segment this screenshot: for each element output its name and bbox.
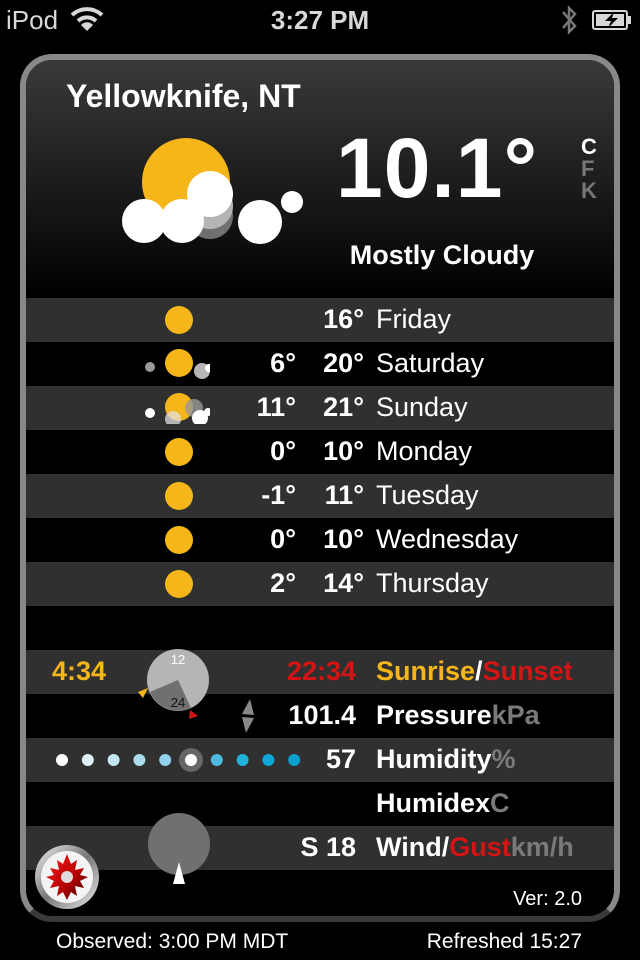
forecast-high: 21° <box>323 392 364 422</box>
settings-button[interactable] <box>34 844 100 910</box>
refreshed-time: Refreshed 15:27 <box>426 930 582 953</box>
forecast-row[interactable]: -1° 11° Tuesday <box>26 474 614 518</box>
wind-row: S 18 Wind/Gustkm/h <box>26 813 614 884</box>
sunset-time: 22:34 <box>286 656 356 686</box>
humidity-value: 57 <box>325 744 356 774</box>
unit-fahrenheit-button[interactable]: F <box>581 158 597 180</box>
humidity-dot <box>262 754 275 766</box>
forecast-low: 2° <box>270 568 296 598</box>
forecast-high: 16° <box>323 304 364 334</box>
sun-behind-clouds-icon <box>122 138 303 244</box>
forecast-low: 6° <box>270 348 296 378</box>
sun-few-clouds-icon <box>145 349 210 379</box>
wind-label-text: Wind <box>376 832 442 862</box>
forecast-row[interactable]: 2° 14° Thursday <box>26 562 614 606</box>
forecast-list: 16° Friday 6° 20° Saturday 11° 21° Sunda… <box>26 298 614 884</box>
label-separator: / <box>475 656 483 686</box>
forecast-high: 10° <box>323 436 364 466</box>
humidity-scale <box>56 748 301 772</box>
humidity-dot <box>56 754 68 766</box>
forecast-high: 14° <box>323 568 364 598</box>
sun-label: Sunrise/Sunset <box>376 656 573 687</box>
clock-time: 3:27 PM <box>270 5 370 35</box>
current-condition: Mostly Cloudy <box>349 240 535 270</box>
humidity-dot <box>236 754 249 766</box>
forecast-day: Sunday <box>376 392 468 422</box>
unit-kelvin-button[interactable]: K <box>581 180 597 202</box>
humidity-row: 57 Humidity% <box>26 738 614 782</box>
version-label: Ver: 2.0 <box>513 888 582 910</box>
forecast-day: Thursday <box>376 568 489 598</box>
wind-label: Wind/Gustkm/h <box>376 832 574 863</box>
forecast-low: 0° <box>270 436 296 466</box>
humidity-dot <box>185 754 197 766</box>
status-bar: iPod 3:27 PM <box>0 0 640 40</box>
humidex-label-text: Humidex <box>376 788 491 818</box>
forecast-low: -1° <box>261 480 296 510</box>
forecast-row[interactable]: 6° 20° Saturday <box>26 342 614 386</box>
forecast-row[interactable]: 16° Friday <box>26 298 614 342</box>
observed-time: Observed: 3:00 PM MDT <box>56 930 289 953</box>
wind-direction-icon <box>148 813 210 884</box>
forecast-day: Wednesday <box>376 524 519 554</box>
forecast-high: 11° <box>324 480 364 510</box>
daylight-clock-icon: 12 24 <box>138 649 209 719</box>
sunny-icon <box>165 438 193 466</box>
unit-celsius-button[interactable]: C <box>581 136 597 158</box>
forecast-high: 20° <box>323 348 364 378</box>
current-temperature: 10.1° <box>336 121 539 215</box>
forecast-row[interactable]: 0° 10° Monday <box>26 430 614 474</box>
sunny-icon <box>165 482 193 510</box>
humidity-dot <box>81 754 94 766</box>
pressure-label: PressurekPa <box>376 700 540 731</box>
city-name[interactable]: Yellowknife, NT <box>66 78 301 115</box>
humidity-dot <box>133 754 146 766</box>
forecast-day: Tuesday <box>376 480 479 510</box>
sunrise-time: 4:34 <box>52 656 107 686</box>
sunset-marker <box>189 710 198 719</box>
humidity-dot <box>288 754 301 766</box>
humidex-label: HumidexC <box>376 788 510 819</box>
forecast-high: 10° <box>323 524 364 554</box>
pressure-unit: kPa <box>491 700 540 730</box>
sunset-label: Sunset <box>482 656 573 686</box>
humidity-label-text: Humidity <box>376 744 492 774</box>
forecast-row[interactable]: 11° 21° Sunday <box>26 386 614 430</box>
humidex-row: HumidexC <box>26 782 614 826</box>
forecast-day: Saturday <box>376 348 485 378</box>
humidity-unit: % <box>491 744 516 774</box>
wind-unit: km/h <box>510 832 574 862</box>
clock-label-24: 24 <box>171 695 185 710</box>
sunny-icon <box>165 570 193 598</box>
sunny-icon <box>165 306 193 334</box>
battery-charging-icon <box>592 10 631 30</box>
humidity-dot <box>210 754 223 766</box>
wind-value: S 18 <box>300 832 356 862</box>
current-conditions: Yellowknife, NT 10.1° C F K Mostly Cloud… <box>26 60 614 298</box>
humidity-dot <box>159 754 172 766</box>
humidity-label: Humidity% <box>376 744 516 775</box>
unit-selector: C F K <box>581 136 597 202</box>
weather-panel: Yellowknife, NT 10.1° C F K Mostly Cloud… <box>20 54 620 922</box>
pressure-value: 101.4 <box>288 700 356 730</box>
spacer-row <box>26 606 614 650</box>
sunrise-marker <box>138 688 148 698</box>
pressure-label-text: Pressure <box>376 700 492 730</box>
sunny-icon <box>165 526 193 554</box>
bluetooth-icon <box>562 4 577 36</box>
forecast-day: Monday <box>376 436 473 466</box>
sunrise-label: Sunrise <box>376 656 476 686</box>
gust-label: Gust <box>449 832 511 862</box>
sun-times-row: 4:34 12 24 22:34 Sunrise/Sunset <box>26 649 614 719</box>
forecast-low: 0° <box>270 524 296 554</box>
forecast-row[interactable]: 0° 10° Wednesday <box>26 518 614 562</box>
humidex-unit: C <box>490 788 510 818</box>
humidity-dot <box>107 754 120 766</box>
pressure-row: 101.4 PressurekPa <box>26 694 614 738</box>
clock-label-12: 12 <box>171 652 185 667</box>
forecast-low: 11° <box>256 392 296 422</box>
pressure-trend-icon <box>242 699 254 733</box>
sun-clouds-icon <box>145 393 210 424</box>
forecast-day: Friday <box>376 304 452 334</box>
